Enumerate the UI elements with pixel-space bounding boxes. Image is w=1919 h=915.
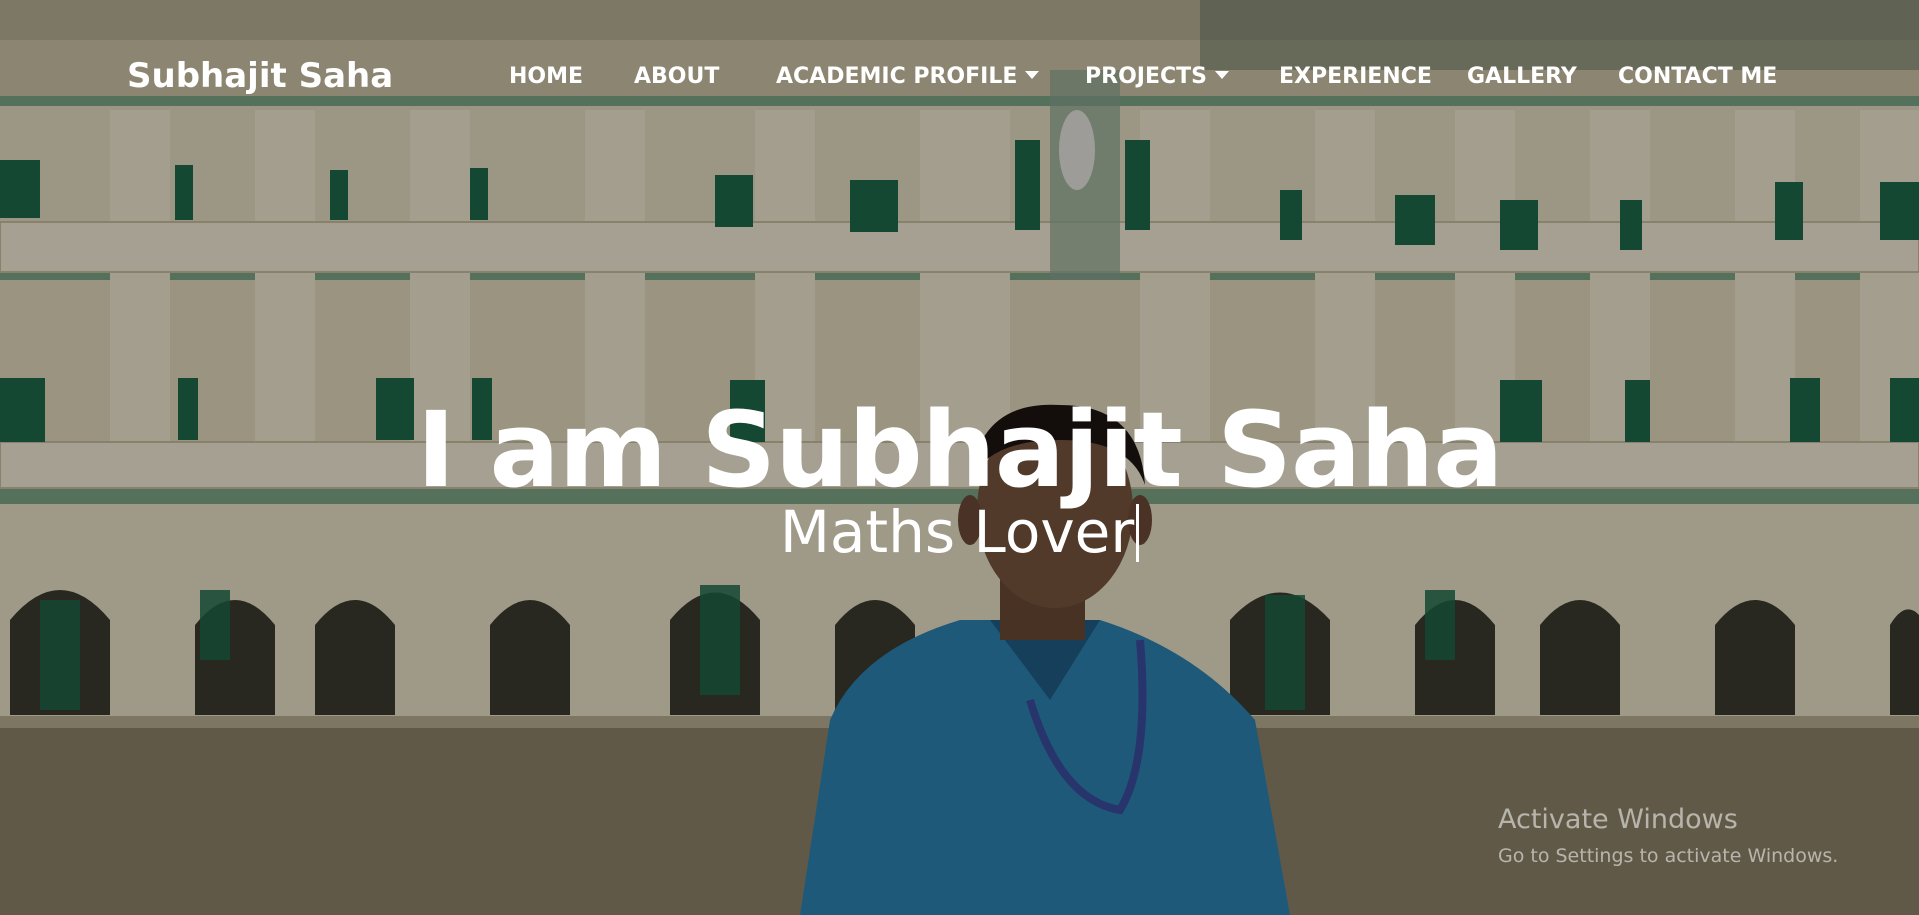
brand-logo-link[interactable]: Subhajit Saha bbox=[127, 56, 393, 96]
watermark-title: Activate Windows bbox=[1498, 804, 1738, 835]
typed-text: Maths Lover bbox=[779, 498, 1135, 566]
windows-activation-watermark: Activate Windows Go to Settings to activ… bbox=[1498, 804, 1838, 867]
chevron-down-icon bbox=[1025, 71, 1040, 79]
nav-link-about[interactable]: ABOUT bbox=[634, 64, 719, 89]
hero-typed-subtitle: Maths Lover bbox=[0, 503, 1919, 562]
nav-link-experience[interactable]: EXPERIENCE bbox=[1279, 64, 1432, 89]
chevron-down-icon bbox=[1214, 71, 1229, 79]
navbar: Subhajit Saha HOME ABOUT ACADEMIC PROFIL… bbox=[0, 0, 1919, 150]
nav-link-projects-label: PROJECTS bbox=[1085, 64, 1207, 89]
nav-link-academic-profile-label: ACADEMIC PROFILE bbox=[776, 64, 1018, 89]
hero-title: I am Subhajit Saha bbox=[416, 388, 1504, 511]
text-cursor bbox=[1136, 504, 1140, 562]
watermark-subtitle: Go to Settings to activate Windows. bbox=[1498, 845, 1839, 867]
nav-link-home[interactable]: HOME bbox=[509, 64, 583, 89]
nav-link-contact-me[interactable]: CONTACT ME bbox=[1618, 64, 1777, 89]
nav-link-academic-profile[interactable]: ACADEMIC PROFILE bbox=[776, 64, 1040, 89]
nav-link-projects[interactable]: PROJECTS bbox=[1085, 64, 1229, 89]
nav-link-gallery[interactable]: GALLERY bbox=[1467, 64, 1577, 89]
